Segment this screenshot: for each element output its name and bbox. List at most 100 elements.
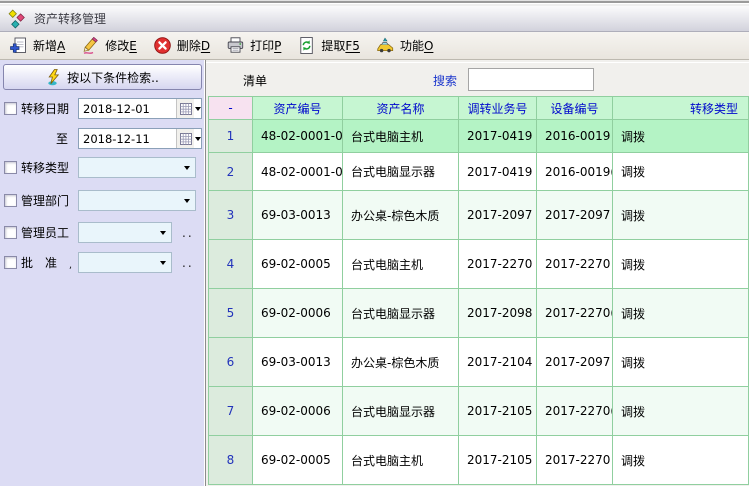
device-no-cell[interactable]: 2016-0019 bbox=[537, 120, 613, 153]
column-header-1[interactable]: 资产编号 bbox=[253, 96, 343, 120]
device-no-cell[interactable]: 2017-2097 bbox=[537, 191, 613, 240]
search-input[interactable] bbox=[468, 68, 594, 91]
transfer-type-cell[interactable]: 调拨 bbox=[613, 120, 749, 153]
calendar-icon[interactable] bbox=[176, 99, 194, 118]
asset-name-cell[interactable]: 台式电脑主机 bbox=[343, 240, 459, 289]
transfer-type-combo[interactable] bbox=[78, 157, 196, 178]
manage-dept-checkbox[interactable] bbox=[4, 194, 17, 207]
asset-name-cell[interactable]: 台式电脑显示器 bbox=[343, 289, 459, 338]
asset-no-cell[interactable]: 69-03-0013 bbox=[253, 338, 343, 387]
approve-label-text: 批 准 bbox=[21, 254, 57, 271]
transfer-type-checkbox[interactable] bbox=[4, 161, 17, 174]
asset-name-cell[interactable]: 台式电脑显示器 bbox=[343, 153, 459, 191]
asset-name-cell[interactable]: 办公桌-棕色木质 bbox=[343, 191, 459, 240]
toolbar-extract-button[interactable]: 提取F5 bbox=[294, 34, 363, 57]
column-header-5[interactable]: 转移类型 bbox=[613, 96, 749, 120]
asset-no-cell[interactable]: 48-02-0001-02 bbox=[253, 153, 343, 191]
asset-no-cell[interactable]: 69-03-0013 bbox=[253, 191, 343, 240]
filter-row-date: 转移日期 bbox=[4, 98, 202, 119]
calendar-icon[interactable] bbox=[176, 129, 194, 148]
toolbar-function-button[interactable]: 功能O bbox=[373, 34, 436, 57]
transfer-biz-no-cell[interactable]: 2017-0419 bbox=[459, 153, 537, 191]
toolbar-new-button[interactable]: 新增A bbox=[6, 34, 68, 57]
row-number-cell[interactable]: 4 bbox=[208, 240, 253, 289]
row-number-cell[interactable]: 1 bbox=[208, 120, 253, 153]
table-row-8[interactable]: 869-02-0005台式电脑主机2017-21052017-2270调拨 bbox=[208, 436, 749, 485]
column-header-0[interactable]: - bbox=[208, 96, 253, 120]
table-row-1[interactable]: 148-02-0001-01台式电脑主机2017-04192016-0019调拨 bbox=[208, 120, 749, 153]
transfer-biz-no-cell[interactable]: 2017-2097 bbox=[459, 191, 537, 240]
date-from-input[interactable] bbox=[79, 102, 176, 116]
device-no-cell[interactable]: 2017-2097 bbox=[537, 338, 613, 387]
date-to-label: 至 bbox=[21, 130, 78, 147]
device-no-cell[interactable]: 2017-2270(1) bbox=[537, 387, 613, 436]
asset-name-cell[interactable]: 办公桌-棕色木质 bbox=[343, 338, 459, 387]
device-no-cell[interactable]: 2017-2270 bbox=[537, 436, 613, 485]
asset-no-cell[interactable]: 69-02-0006 bbox=[253, 289, 343, 338]
row-number-cell[interactable]: 6 bbox=[208, 338, 253, 387]
date-to-input[interactable] bbox=[79, 132, 176, 146]
device-no-cell[interactable]: 2017-2270(1) bbox=[537, 289, 613, 338]
asset-name-cell[interactable]: 台式电脑主机 bbox=[343, 436, 459, 485]
row-number-cell[interactable]: 2 bbox=[208, 153, 253, 191]
toolbar-print-button[interactable]: 打印P bbox=[223, 34, 284, 57]
toolbar-delete-label: 删除D bbox=[177, 37, 210, 54]
transfer-biz-no-cell[interactable]: 2017-2105 bbox=[459, 387, 537, 436]
table-row-3[interactable]: 369-03-0013办公桌-棕色木质2017-20972017-2097调拨 bbox=[208, 191, 749, 240]
transfer-type-cell[interactable]: 调拨 bbox=[613, 153, 749, 191]
chevron-down-icon bbox=[179, 199, 195, 203]
asset-no-cell[interactable]: 69-02-0005 bbox=[253, 436, 343, 485]
asset-no-cell[interactable]: 69-02-0005 bbox=[253, 240, 343, 289]
transfer-biz-no-cell[interactable]: 2017-2270 bbox=[459, 240, 537, 289]
date-from-dropdown-arrow[interactable] bbox=[194, 99, 201, 118]
device-no-cell[interactable]: 2017-2270 bbox=[537, 240, 613, 289]
approve-combo[interactable] bbox=[78, 252, 172, 273]
transfer-type-cell[interactable]: 调拨 bbox=[613, 191, 749, 240]
approve-browse-button[interactable]: .. bbox=[182, 256, 194, 270]
table-row-7[interactable]: 769-02-0006台式电脑显示器2017-21052017-2270(1)调… bbox=[208, 387, 749, 436]
row-number-cell[interactable]: 7 bbox=[208, 387, 253, 436]
column-header-3[interactable]: 调转业务号 bbox=[459, 96, 537, 120]
table-header-row: -资产编号资产名称调转业务号设备编号转移类型 bbox=[208, 96, 749, 120]
column-header-2[interactable]: 资产名称 bbox=[343, 96, 459, 120]
table-row-5[interactable]: 569-02-0006台式电脑显示器2017-20982017-2270(1)调… bbox=[208, 289, 749, 338]
transfer-type-cell[interactable]: 调拨 bbox=[613, 338, 749, 387]
row-number-cell[interactable]: 8 bbox=[208, 436, 253, 485]
table-row-6[interactable]: 669-03-0013办公桌-棕色木质2017-21042017-2097调拨 bbox=[208, 338, 749, 387]
asset-no-cell[interactable]: 48-02-0001-01 bbox=[253, 120, 343, 153]
date-from-field[interactable] bbox=[78, 98, 202, 119]
transfer-type-cell[interactable]: 调拨 bbox=[613, 289, 749, 338]
asset-name-cell[interactable]: 台式电脑显示器 bbox=[343, 387, 459, 436]
column-header-4[interactable]: 设备编号 bbox=[537, 96, 613, 120]
toolbar-delete-button[interactable]: 删除D bbox=[150, 34, 213, 57]
approve-label-suffix: , bbox=[69, 261, 72, 271]
table-row-4[interactable]: 469-02-0005台式电脑主机2017-22702017-2270调拨 bbox=[208, 240, 749, 289]
row-number-cell[interactable]: 5 bbox=[208, 289, 253, 338]
transfer-date-checkbox[interactable] bbox=[4, 102, 17, 115]
transfer-type-cell[interactable]: 调拨 bbox=[613, 240, 749, 289]
date-to-dropdown-arrow[interactable] bbox=[194, 129, 201, 148]
device-no-cell[interactable]: 2016-0019(1) bbox=[537, 153, 613, 191]
transfer-type-cell[interactable]: 调拨 bbox=[613, 387, 749, 436]
toolbar-extract-label: 提取F5 bbox=[321, 37, 360, 54]
row-number-cell[interactable]: 3 bbox=[208, 191, 253, 240]
search-by-conditions-button[interactable]: 按以下条件检索.. bbox=[3, 64, 202, 90]
manage-dept-combo[interactable] bbox=[78, 190, 196, 211]
transfer-biz-no-cell[interactable]: 2017-2098 bbox=[459, 289, 537, 338]
manage-employee-checkbox[interactable] bbox=[4, 226, 17, 239]
approve-checkbox[interactable] bbox=[4, 256, 17, 269]
table-row-2[interactable]: 248-02-0001-02台式电脑显示器2017-04192016-0019(… bbox=[208, 153, 749, 191]
transfer-type-cell[interactable]: 调拨 bbox=[613, 436, 749, 485]
table-body: 148-02-0001-01台式电脑主机2017-04192016-0019调拨… bbox=[208, 120, 749, 485]
date-to-field[interactable] bbox=[78, 128, 202, 149]
toolbar-print-label: 打印P bbox=[250, 37, 281, 54]
transfer-biz-no-cell[interactable]: 2017-2104 bbox=[459, 338, 537, 387]
manage-employee-label: 管理员工 bbox=[21, 224, 78, 241]
transfer-biz-no-cell[interactable]: 2017-0419 bbox=[459, 120, 537, 153]
toolbar-edit-button[interactable]: 修改E bbox=[78, 34, 140, 57]
manage-employee-combo[interactable] bbox=[78, 222, 172, 243]
asset-name-cell[interactable]: 台式电脑主机 bbox=[343, 120, 459, 153]
asset-no-cell[interactable]: 69-02-0006 bbox=[253, 387, 343, 436]
employee-browse-button[interactable]: .. bbox=[182, 226, 194, 240]
transfer-biz-no-cell[interactable]: 2017-2105 bbox=[459, 436, 537, 485]
